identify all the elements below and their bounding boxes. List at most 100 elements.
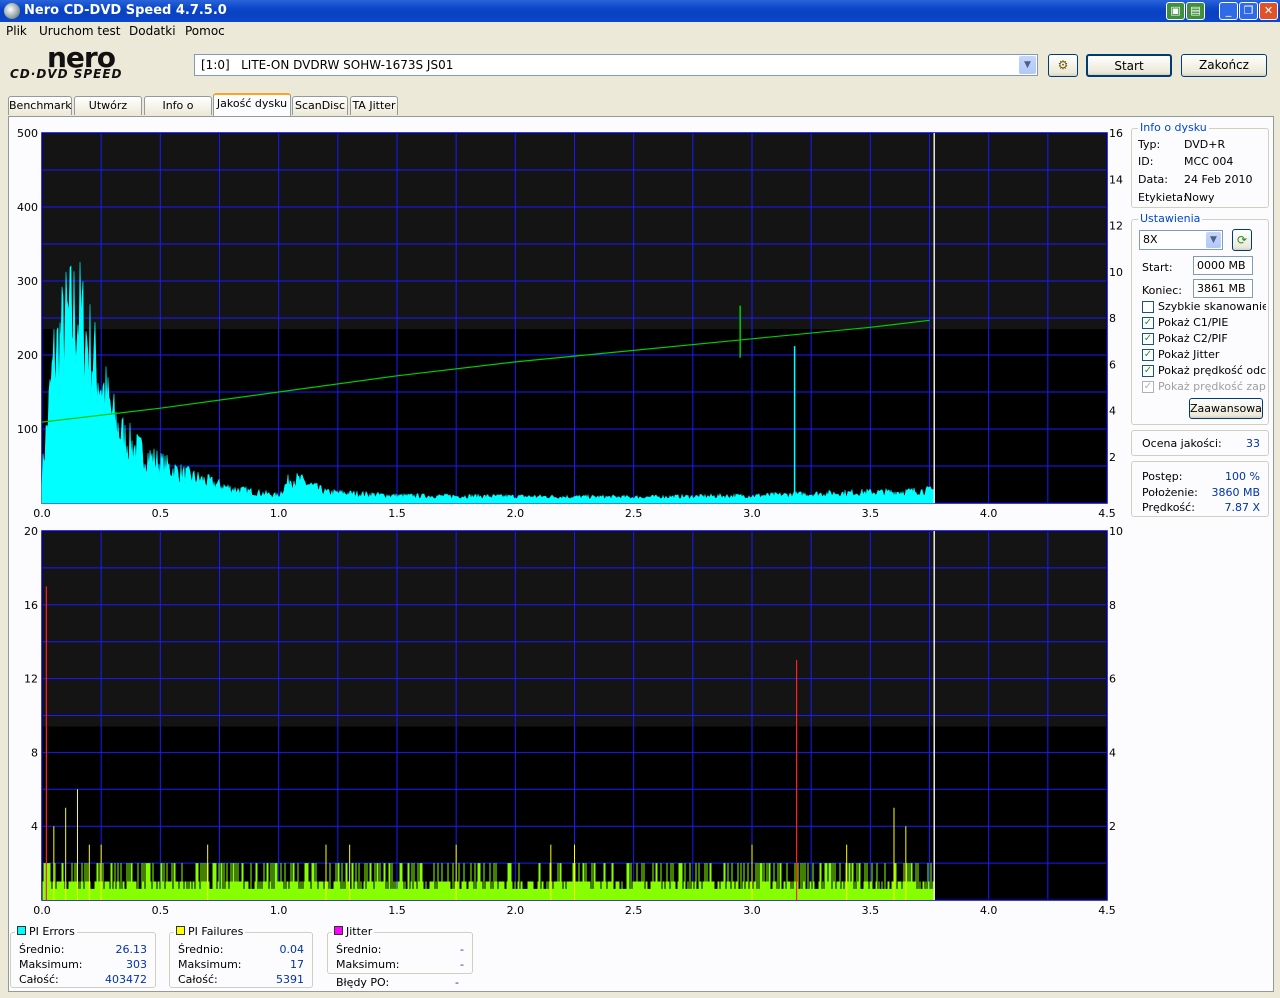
jitter-max: - <box>460 958 464 971</box>
speed-select-value: 8X <box>1143 233 1158 246</box>
position-label: Położenie: <box>1142 486 1198 499</box>
refresh-button[interactable]: ⟳ <box>1232 229 1252 251</box>
app-icon <box>4 3 20 19</box>
pi-errors-title: PI Errors <box>15 925 77 938</box>
option-checkbox-4[interactable]: ✓ <box>1142 365 1154 377</box>
quality-label: Ocena jakości: <box>1142 437 1222 450</box>
option-label-4: Pokaż prędkość odczytu <box>1158 364 1266 377</box>
minimize-icon[interactable]: _ <box>1219 2 1238 20</box>
progress-group: Postęp: 100 % Położenie: 3860 MB Prędkoś… <box>1131 461 1269 517</box>
option-label-2: Pokaż C2/PIF <box>1158 332 1228 345</box>
option-checkbox-1[interactable]: ✓ <box>1142 317 1154 329</box>
cd-dvd-speed-logo: CD·DVD SPEED <box>10 67 123 81</box>
menu-pomoc[interactable]: Pomoc <box>185 24 225 38</box>
chevron-down-icon[interactable]: ▼ <box>1019 56 1036 74</box>
pi-failures-title-text: PI Failures <box>188 925 244 938</box>
disc-type-label: Typ: <box>1138 138 1161 151</box>
disc-label-value: Nowy <box>1184 191 1215 204</box>
speed-value: 7.87 X <box>1224 501 1260 514</box>
jitter-title: Jitter <box>332 925 375 938</box>
option-checkbox-0[interactable] <box>1142 301 1154 313</box>
jitter-avg-label: Średnio: <box>336 943 382 956</box>
jitter-group: Jitter Średnio: - Maksimum: - <box>327 925 473 974</box>
pi-failures-title: PI Failures <box>174 925 246 938</box>
close-icon[interactable]: ✕ <box>1259 2 1278 20</box>
quality-value: 33 <box>1246 437 1260 450</box>
chevron-down-icon[interactable]: ▼ <box>1206 232 1221 248</box>
eject-icon: ⚙ <box>1057 58 1069 72</box>
drive-select[interactable]: [1:0] LITE-ON DVDRW SOHW-1673S JS01 ▼ <box>194 54 1038 76</box>
pi-errors-color-icon <box>17 926 26 935</box>
position-value: 3860 MB <box>1211 486 1260 499</box>
pi-failures-group: PI Failures Średnio: 0.04 Maksimum: 17 C… <box>169 925 313 988</box>
tab-benchmark[interactable]: Benchmark <box>8 96 72 115</box>
refresh-icon: ⟳ <box>1236 233 1248 247</box>
pi-errors-group: PI Errors Średnio: 26.13 Maksimum: 303 C… <box>10 925 156 988</box>
speed-select[interactable]: 8X ▼ <box>1139 230 1223 250</box>
option-label-0: Szybkie skanowanie <box>1158 300 1266 313</box>
end-label: Koniec: <box>1142 284 1182 297</box>
disc-date-value: 24 Feb 2010 <box>1184 173 1253 186</box>
settings-title: Ustawienia <box>1138 212 1203 225</box>
tab-ta-jitter[interactable]: TA Jitter <box>350 96 398 115</box>
eject-button[interactable]: ⚙ <box>1048 54 1078 77</box>
pi-errors-title-text: PI Errors <box>29 925 75 938</box>
pi-errors-total: 403472 <box>105 973 147 986</box>
start-button[interactable]: Start <box>1086 54 1172 77</box>
pi-failures-avg-label: Średnio: <box>178 943 224 956</box>
disc-info-title: Info o dysku <box>1138 121 1209 134</box>
po-errors-value: - <box>455 976 459 989</box>
option-checkbox-3[interactable]: ✓ <box>1142 349 1154 361</box>
tab-create-disc[interactable]: Utwórz dysk <box>74 96 142 130</box>
option-label-5: Pokaż prędkość zapisu <box>1158 380 1266 393</box>
pi-failures-max: 17 <box>290 958 304 971</box>
maximize-icon[interactable]: ❐ <box>1239 2 1258 20</box>
jitter-max-label: Maksimum: <box>336 958 400 971</box>
main-panel <box>8 116 1274 992</box>
jitter-avg: - <box>460 943 464 956</box>
settings-group: Ustawienia 8X ▼ ⟳ Start: 0000 MB Koniec:… <box>1131 212 1269 425</box>
disc-type-value: DVD+R <box>1184 138 1226 151</box>
tab-disc-quality[interactable]: Jakość dysku <box>213 93 291 116</box>
menu-dodatki[interactable]: Dodatki <box>129 24 176 38</box>
disc-label-label: Etykieta: <box>1138 191 1187 204</box>
quality-group: Ocena jakości: 33 <box>1131 430 1269 456</box>
speed-label: Prędkość: <box>1142 501 1195 514</box>
advanced-button[interactable]: Zaawansowane <box>1189 398 1263 419</box>
pi-errors-total-label: Całość: <box>19 973 59 986</box>
option-checkbox-2[interactable]: ✓ <box>1142 333 1154 345</box>
jitter-title-text: Jitter <box>346 925 373 938</box>
jitter-color-icon <box>334 926 343 935</box>
exit-button[interactable]: Zakończ <box>1181 54 1267 77</box>
start-label: Start: <box>1142 261 1173 274</box>
tab-scandisc[interactable]: ScanDisc <box>292 96 348 115</box>
pi-errors-max-label: Maksimum: <box>19 958 83 971</box>
pi-failures-max-label: Maksimum: <box>178 958 242 971</box>
pi-failures-color-icon <box>176 926 185 935</box>
window-title: Nero CD-DVD Speed 4.7.5.0 <box>24 3 227 18</box>
pi-errors-avg-label: Średnio: <box>19 943 65 956</box>
disc-id-value: MCC 004 <box>1184 155 1234 168</box>
pi-failures-avg: 0.04 <box>279 943 305 956</box>
po-errors-label: Błędy PO: <box>336 976 390 989</box>
tray-icon[interactable]: ▣ <box>1166 2 1185 20</box>
progress-value: 100 % <box>1225 470 1260 483</box>
tab-disc-info[interactable]: Info o dysku <box>144 96 212 130</box>
pi-failures-total: 5391 <box>276 973 304 986</box>
start-field[interactable]: 0000 MB <box>1193 256 1253 275</box>
menu-plik[interactable]: Plik <box>6 24 27 38</box>
menu-bar: Plik Uruchom test Dodatki Pomoc <box>0 22 1280 41</box>
menu-uruchom-test[interactable]: Uruchom test <box>39 24 120 38</box>
disc-id-label: ID: <box>1138 155 1154 168</box>
end-field[interactable]: 3861 MB <box>1193 279 1253 298</box>
pi-errors-max: 303 <box>126 958 147 971</box>
option-checkbox-5: ✓ <box>1142 381 1154 393</box>
pi-errors-avg: 26.13 <box>115 943 148 956</box>
drive-select-value: [1:0] LITE-ON DVDRW SOHW-1673S JS01 <box>201 58 454 72</box>
progress-label: Postęp: <box>1142 470 1183 483</box>
option-label-3: Pokaż Jitter <box>1158 348 1220 361</box>
save-icon[interactable]: ▤ <box>1186 2 1205 20</box>
pi-failures-total-label: Całość: <box>178 973 218 986</box>
title-bar: Nero CD-DVD Speed 4.7.5.0 ▣ ▤ _ ❐ ✕ <box>0 0 1280 22</box>
disc-info-group: Info o dysku Typ: DVD+R ID: MCC 004 Data… <box>1131 121 1269 208</box>
